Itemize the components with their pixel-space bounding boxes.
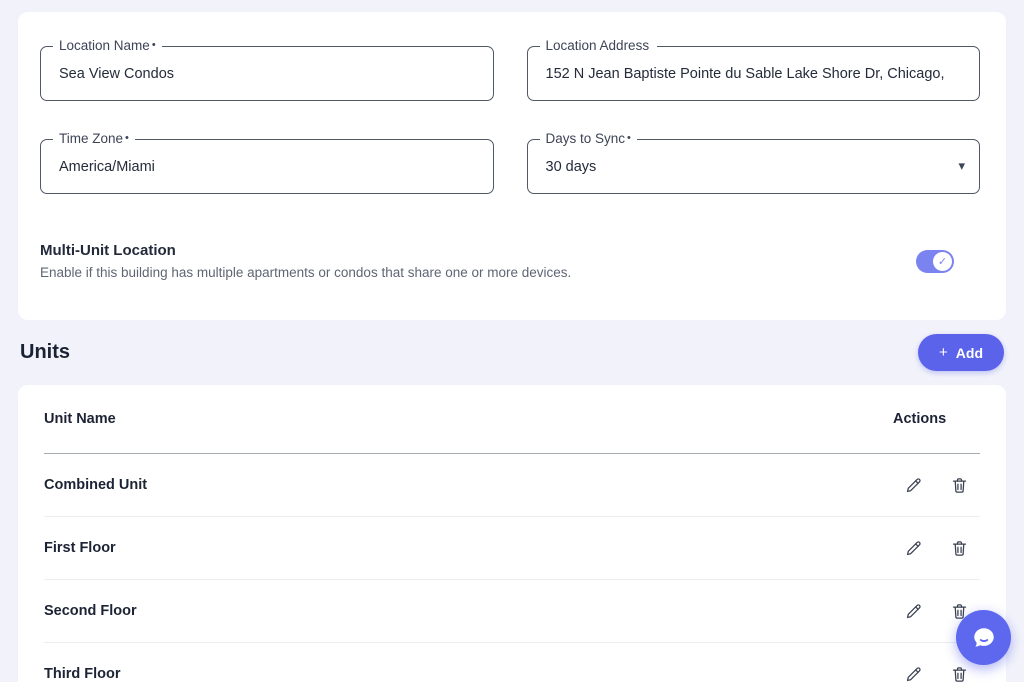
location-settings-page: Location Name• Sea View Condos Location … — [0, 0, 1024, 682]
column-header-unit-name: Unit Name — [44, 411, 116, 427]
unit-name-cell: First Floor — [44, 540, 116, 556]
multi-unit-text: Multi-Unit Location Enable if this build… — [40, 242, 571, 280]
location-form-grid: Location Name• Sea View Condos Location … — [40, 46, 980, 194]
time-zone-label: Time Zone• — [53, 131, 135, 146]
row-actions-cell — [893, 538, 980, 558]
chat-bubble-icon — [969, 623, 999, 653]
add-unit-button[interactable]: + Add — [918, 334, 1004, 371]
edit-unit-button[interactable] — [903, 664, 923, 682]
add-unit-button-label: Add — [956, 345, 983, 361]
multi-unit-toggle[interactable]: ✓ — [916, 250, 954, 273]
chevron-down-icon: ▾ — [958, 158, 965, 174]
location-address-label: Location Address — [540, 38, 658, 53]
unit-name-cell: Third Floor — [44, 666, 121, 682]
pencil-icon — [904, 539, 923, 558]
days-to-sync-select[interactable]: Days to Sync• 30 days ▾ — [527, 139, 981, 194]
chat-launcher-button[interactable] — [956, 610, 1011, 665]
units-table-card: Unit Name Actions Combined Unit First Fl… — [18, 385, 1006, 682]
time-zone-value: America/Miami — [59, 159, 459, 175]
location-name-field[interactable]: Location Name• Sea View Condos — [40, 46, 494, 101]
table-row: Combined Unit — [44, 454, 980, 517]
unit-name-cell: Second Floor — [44, 603, 137, 619]
delete-unit-button[interactable] — [949, 538, 969, 558]
edit-unit-button[interactable] — [903, 538, 923, 558]
location-address-field[interactable]: Location Address 152 N Jean Baptiste Poi… — [527, 46, 981, 101]
table-row: Third Floor — [44, 643, 980, 682]
location-name-value: Sea View Condos — [59, 66, 459, 82]
plus-icon: + — [939, 344, 948, 361]
delete-unit-button[interactable] — [949, 664, 969, 682]
location-address-value: 152 N Jean Baptiste Pointe du Sable Lake… — [546, 66, 946, 82]
trash-icon — [950, 476, 969, 495]
multi-unit-row: Multi-Unit Location Enable if this build… — [40, 242, 980, 280]
pencil-icon — [904, 665, 923, 682]
trash-icon — [950, 539, 969, 558]
unit-name-cell: Combined Unit — [44, 477, 147, 493]
multi-unit-title: Multi-Unit Location — [40, 242, 571, 259]
required-marker: • — [125, 132, 129, 144]
edit-unit-button[interactable] — [903, 475, 923, 495]
multi-unit-description: Enable if this building has multiple apa… — [40, 265, 571, 280]
units-table-header: Unit Name Actions — [44, 385, 980, 454]
row-actions-cell — [893, 664, 980, 682]
trash-icon — [950, 665, 969, 682]
units-header-band: Units + Add — [18, 320, 1006, 385]
days-to-sync-label: Days to Sync• — [540, 131, 637, 146]
units-section-title: Units — [20, 341, 70, 364]
edit-unit-button[interactable] — [903, 601, 923, 621]
row-actions-cell — [893, 475, 980, 495]
pencil-icon — [904, 476, 923, 495]
required-marker: • — [627, 132, 631, 144]
required-marker: • — [152, 39, 156, 51]
location-details-card: Location Name• Sea View Condos Location … — [18, 12, 1006, 320]
pencil-icon — [904, 602, 923, 621]
delete-unit-button[interactable] — [949, 475, 969, 495]
toggle-check-icon: ✓ — [933, 252, 952, 271]
column-header-actions: Actions — [893, 411, 980, 427]
location-name-label: Location Name• — [53, 38, 162, 53]
table-row: First Floor — [44, 517, 980, 580]
table-row: Second Floor — [44, 580, 980, 643]
time-zone-field[interactable]: Time Zone• America/Miami — [40, 139, 494, 194]
days-to-sync-value: 30 days — [546, 159, 946, 175]
